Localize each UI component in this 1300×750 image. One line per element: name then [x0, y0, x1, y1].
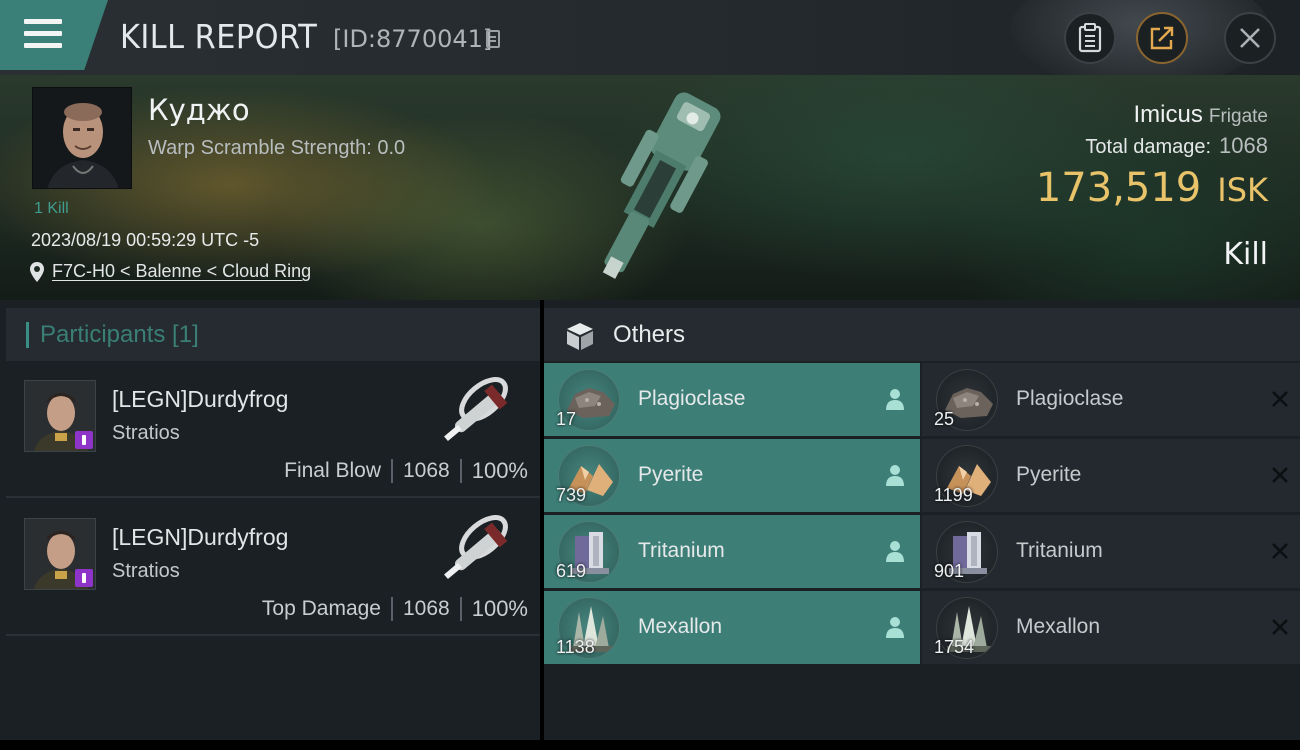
item-name: Plagioclase — [1016, 387, 1124, 410]
clipboard-button[interactable] — [1064, 12, 1116, 64]
item-name: Pyerite — [1016, 463, 1082, 486]
destroyed-item[interactable]: 901 Tritanium — [922, 515, 1300, 588]
ship-class: Frigate — [1208, 106, 1268, 127]
item-name: Tritanium — [638, 539, 725, 562]
kill-timestamp: 2023/08/19 00:59:29 UTC -5 — [31, 230, 260, 250]
share-icon — [1150, 26, 1174, 50]
hamburger-menu-icon[interactable] — [24, 19, 62, 49]
others-header: Others — [544, 308, 1300, 361]
dropped-item[interactable]: 619 Tritanium — [544, 515, 920, 588]
destroyed-item[interactable]: 1754 Mexallon — [922, 591, 1300, 664]
total-damage: Total damage: 1068 — [1085, 133, 1268, 159]
participant-row[interactable]: [LEGN]Durdyfrog Stratios Top Damage 1068… — [6, 500, 540, 636]
location-pin-icon — [30, 261, 44, 282]
participant-role: Final Blow — [284, 459, 381, 482]
divider — [391, 459, 393, 483]
item-quantity: 619 — [556, 561, 587, 581]
participant-role: Top Damage — [261, 597, 381, 620]
isk-value: 173,519 ISK — [1036, 165, 1268, 211]
total-damage-label: Total damage: — [1085, 136, 1212, 158]
destroyed-x-icon — [1272, 619, 1288, 635]
top-bar: KILL REPORT [ID:8770041] — [0, 0, 1300, 90]
bottom-edge — [0, 740, 1300, 750]
kill-count: 1 Kill — [34, 200, 69, 217]
looted-by-user-icon[interactable] — [884, 539, 906, 563]
participant-row[interactable]: [LEGN]Durdyfrog Stratios Final Blow 1068… — [6, 362, 540, 498]
copy-id-icon[interactable] — [486, 30, 500, 48]
isk-currency: ISK — [1217, 171, 1268, 209]
others-panel: Others 17 Plagioclase 739 Pyerite 619 Tritani… — [544, 300, 1300, 740]
participants-title: Participants [1] — [40, 321, 199, 348]
victim-name[interactable]: Куджо — [148, 93, 250, 127]
location-link[interactable]: F7C-H0 < Balenne < Cloud Ring — [30, 261, 311, 282]
participant-name[interactable]: [LEGN]Durdyfrog — [112, 386, 288, 413]
participant-ship: Stratios — [112, 422, 180, 444]
item-name: Plagioclase — [638, 387, 746, 410]
item-quantity: 25 — [934, 409, 955, 429]
participant-ship: Stratios — [112, 560, 180, 582]
report-id: [ID:8770041] — [333, 25, 493, 53]
item-quantity: 1199 — [934, 485, 973, 505]
header-accent-bar — [26, 322, 29, 348]
participant-percent: 100% — [471, 596, 528, 621]
page-title: KILL REPORT — [120, 17, 318, 56]
result-label: Kill — [1223, 237, 1268, 272]
stratios-ship-icon — [444, 377, 508, 442]
item-quantity: 739 — [556, 485, 587, 505]
pilot-portrait-image — [33, 88, 131, 188]
share-button[interactable] — [1136, 12, 1188, 64]
participant-portrait[interactable] — [24, 518, 96, 590]
looted-by-user-icon[interactable] — [884, 463, 906, 487]
cargo-box-icon — [567, 323, 593, 350]
item-name: Mexallon — [1016, 615, 1101, 638]
location-text[interactable]: F7C-H0 < Balenne < Cloud Ring — [52, 261, 311, 282]
participants-panel: Participants [1] [LEGN]Durdyfrog Stratio… — [0, 300, 540, 740]
participant-damage: 1068 — [403, 597, 450, 620]
warp-scramble-strength: Warp Scramble Strength: 0.0 — [148, 137, 406, 159]
participant-stats: Top Damage 1068 100% — [262, 596, 528, 622]
total-damage-value: 1068 — [1219, 133, 1268, 158]
item-quantity: 901 — [934, 561, 965, 581]
others-title: Others — [613, 321, 686, 348]
isk-amount: 173,519 — [1035, 165, 1202, 211]
participant-damage: 1068 — [403, 459, 450, 482]
looted-by-user-icon[interactable] — [884, 615, 906, 639]
ship-name: Imicus — [1133, 101, 1203, 128]
divider — [459, 597, 462, 621]
corp-badge-icon — [75, 569, 93, 587]
item-name: Tritanium — [1016, 539, 1103, 562]
divider — [391, 597, 393, 621]
destroyed-x-icon — [1272, 467, 1288, 483]
stratios-ship-icon — [444, 515, 508, 580]
participant-name[interactable]: [LEGN]Durdyfrog — [112, 524, 288, 551]
item-name: Mexallon — [638, 615, 723, 638]
destroyed-x-icon — [1272, 543, 1288, 559]
menu-tab[interactable] — [0, 0, 108, 70]
dropped-item[interactable]: 739 Pyerite — [544, 439, 920, 512]
corp-badge-icon — [75, 431, 93, 449]
victim-summary: Куджо Warp Scramble Strength: 0.0 1 Kill… — [0, 75, 1300, 300]
participant-percent: 100% — [471, 458, 528, 483]
destroyed-item[interactable]: 25 Plagioclase — [922, 363, 1300, 436]
close-icon — [1240, 28, 1260, 48]
item-quantity: 1138 — [556, 637, 595, 657]
destroyed-item[interactable]: 1199 Pyerite — [922, 439, 1300, 512]
item-name: Pyerite — [638, 463, 704, 486]
clipboard-icon — [1078, 23, 1102, 53]
participant-portrait[interactable] — [24, 380, 96, 452]
participant-stats: Final Blow 1068 100% — [284, 458, 528, 484]
dropped-item[interactable]: 1138 Mexallon — [544, 591, 920, 664]
item-quantity: 17 — [556, 409, 577, 429]
victim-portrait[interactable] — [32, 87, 132, 189]
dropped-item[interactable]: 17 Plagioclase — [544, 363, 920, 436]
close-button[interactable] — [1224, 12, 1276, 64]
destroyed-x-icon — [1272, 391, 1288, 407]
participants-header: Participants [1] — [6, 308, 540, 361]
looted-by-user-icon[interactable] — [884, 387, 906, 411]
item-quantity: 1754 — [934, 637, 975, 657]
divider — [459, 459, 462, 483]
victim-ship[interactable]: Imicus Frigate — [1134, 101, 1268, 129]
victim-ship-image — [602, 92, 721, 279]
